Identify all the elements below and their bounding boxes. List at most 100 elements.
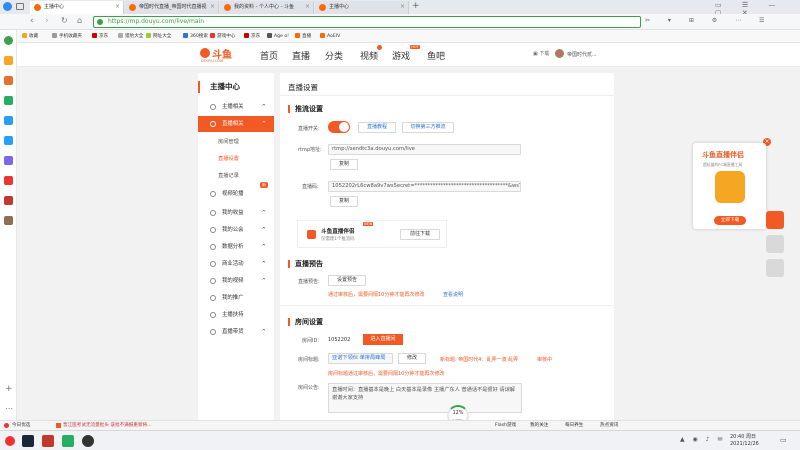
browser-logo-icon[interactable] (3, 2, 12, 11)
tutorial-button[interactable]: 直播教程 (358, 122, 396, 133)
bookmark-item[interactable]: 京东 (244, 32, 260, 41)
view-explanation-link[interactable]: 查看说明 (443, 291, 463, 298)
tab-list-icon[interactable] (16, 3, 24, 10)
set-preview-button[interactable]: 设置预告 (328, 275, 366, 286)
bookmark-item[interactable]: Age o! (267, 32, 289, 41)
room-title-field[interactable]: 亚诺下领伙 单排局峰局 (328, 353, 393, 364)
app-icon[interactable] (4, 36, 13, 45)
sidebar-item-income[interactable]: 我的收益 ^ (198, 205, 274, 221)
ad-download-button[interactable]: 立即下载 (714, 216, 746, 225)
sidebar-item-commerce[interactable]: 直播带货 ^ (198, 324, 274, 340)
tab-label: 主播中心 (329, 4, 350, 10)
bookmark-item[interactable]: 360搜索 (183, 32, 208, 41)
bookmark-item[interactable]: 手机收藏夹 (52, 32, 82, 41)
chevron-down-icon: ^ (261, 244, 266, 250)
bookmark-item[interactable]: 网址大全 (146, 32, 171, 41)
app-icon[interactable] (4, 156, 13, 165)
taskbar-app-icon[interactable] (82, 435, 94, 447)
status-news[interactable]: 晋江医考试无流量批头 该批不满报重新将... (63, 422, 152, 428)
tab-2[interactable]: 帝国时代直播_帝国时代直播视 × (125, 1, 219, 14)
bookmark-item[interactable]: 猎豹大全 (118, 32, 143, 41)
app-icon[interactable] (4, 76, 13, 85)
fullscreen-float-icon[interactable] (766, 259, 784, 277)
sidebar-item-analytics[interactable]: 数据分析 ^ (198, 239, 274, 255)
app-icon[interactable] (4, 116, 13, 125)
address-input[interactable]: https://mp.douyu.com/live/main (93, 16, 641, 28)
user-name[interactable]: 帝国时代贰... (567, 51, 597, 58)
sidebar-item-business[interactable]: 商业活动 ^ (198, 256, 274, 272)
sidebar-item-my-video[interactable]: 我的视频 ^ (198, 273, 274, 289)
edit-title-button[interactable]: 修改 (398, 353, 426, 364)
start-icon[interactable] (5, 436, 15, 446)
sidebar-sub-room[interactable]: 房间管理 (198, 136, 274, 149)
notification-icon[interactable]: ▭ (780, 436, 787, 444)
nav-live[interactable]: 直播 (292, 49, 310, 62)
taskbar-app-icon[interactable] (42, 435, 54, 447)
third-party-push-button[interactable]: 切换第三方推流 (402, 122, 454, 133)
taskbar-app-icon[interactable] (22, 435, 34, 447)
bookmark-item[interactable]: 京东 (92, 32, 108, 41)
notice-field[interactable]: 直播时间：直播基本是晚上 白天基本是录像 主播广东人 普通话不是很好 请谅解 谢… (328, 383, 522, 413)
bookmark-item[interactable]: 直播 (295, 32, 311, 41)
nav-yuba[interactable]: 鱼吧 (427, 49, 445, 62)
app-icon[interactable] (4, 176, 13, 185)
sidebar-item-support[interactable]: 主播扶持 (198, 307, 274, 323)
tab-4[interactable]: 主播中心 × (315, 1, 409, 14)
status-item[interactable]: 每日养生 (565, 422, 583, 428)
app-icon[interactable] (4, 136, 13, 145)
status-item[interactable]: 我的关注 (530, 422, 548, 428)
app-icon[interactable] (4, 196, 13, 205)
douyu-logo[interactable]: 斗鱼 DOUYU.COM (200, 46, 250, 64)
toolbar-icons[interactable]: ✂ ▾ ⊞ ⚙ ⋯ ☰ (645, 17, 772, 24)
live-toggle[interactable] (328, 121, 350, 133)
nav-category[interactable]: 分类 (325, 49, 343, 62)
download-companion-button[interactable]: 前往下载 (400, 229, 440, 240)
bookmark-item[interactable]: AoEIV (320, 32, 340, 41)
nav-game[interactable]: 游戏 (392, 49, 410, 62)
bookmark-item[interactable]: 收藏 (22, 32, 38, 41)
tray-icons[interactable]: ▲ ◉ ♪ ✉ (680, 436, 725, 443)
rtmp-field[interactable]: rtmp://sendtc3a.douyu.com/live (328, 144, 521, 155)
copy-rtmp-button[interactable]: 复制 (330, 159, 358, 170)
status-item[interactable]: Flash游戏 (495, 422, 516, 428)
avatar[interactable] (555, 49, 564, 58)
app-icon[interactable] (4, 216, 13, 225)
sidebar-item-anchor[interactable]: 主播相关 ^ (198, 99, 274, 115)
taskbar-app-icon[interactable] (62, 435, 74, 447)
refresh-icon[interactable]: ↻ (61, 16, 68, 25)
enter-room-button[interactable]: 进入直播间 (363, 334, 403, 345)
pending-title: 新标题: 帝国时代4：乱弄一波 乱弄 (440, 357, 519, 363)
tab-3[interactable]: 我的资料 - 个人中心 - 斗鱼 × (220, 1, 314, 14)
more-icon[interactable]: ⋯ (5, 404, 13, 413)
home-icon[interactable]: ⌂ (77, 16, 82, 25)
sidebar-item-promotion[interactable]: 我的推广 (198, 290, 274, 306)
download-icon[interactable]: ▣ 下载 (533, 50, 549, 57)
chevron-down-icon: ^ (261, 261, 266, 267)
close-icon[interactable]: × (115, 1, 120, 13)
sidebar-item-guild[interactable]: 我的公会 ^ (198, 222, 274, 238)
nav-home[interactable]: 首页 (260, 49, 278, 62)
add-icon[interactable]: + (5, 384, 13, 394)
copy-code-button[interactable]: 复制 (330, 196, 358, 207)
status-item[interactable]: 热点资讯 (600, 422, 618, 428)
bookmark-item[interactable]: 游戏中心 (210, 32, 235, 41)
close-icon[interactable]: × (210, 1, 215, 13)
nav-video[interactable]: 视频 (360, 49, 378, 62)
play-float-icon[interactable] (766, 211, 784, 229)
home-float-icon[interactable] (766, 235, 784, 253)
close-icon[interactable]: × (400, 1, 405, 13)
new-tab-icon[interactable]: + (412, 1, 420, 11)
sidebar-item-video-loop[interactable]: 视频轮播新 (198, 182, 274, 202)
forward-icon[interactable]: › (45, 16, 49, 26)
app-icon[interactable] (4, 96, 13, 105)
tab-1[interactable]: 主播中心 × (30, 1, 124, 14)
star-icon[interactable] (4, 56, 13, 65)
status-left[interactable]: 今日优选 (12, 422, 30, 428)
stream-code-field[interactable]: 1052202rL6cw8a9v7ws5ecret=**************… (328, 181, 521, 192)
companion-ad[interactable]: 斗鱼直播伴侣 超轻量的PC端直播工具 立即下载 (693, 143, 766, 229)
back-icon[interactable]: ‹ (30, 16, 34, 26)
room-id-label: 房间ID: (302, 338, 320, 344)
sidebar-item-live[interactable]: 直播相关 ^ (198, 116, 274, 132)
close-icon[interactable]: × (305, 1, 310, 13)
sidebar-sub-live-settings[interactable]: 直播设置 (198, 153, 274, 166)
